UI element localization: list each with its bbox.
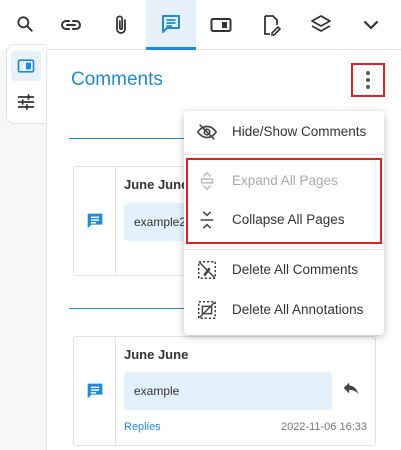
- rail-panel: [6, 44, 46, 124]
- app-window: Comments June June example2 June June ex…: [0, 0, 401, 450]
- chevron-down-icon[interactable]: [346, 0, 396, 50]
- sidebar-panel-icon[interactable]: [11, 51, 41, 81]
- link-icon[interactable]: [46, 0, 96, 50]
- menu-item-delete-all-annotations[interactable]: Delete All Annotations: [184, 292, 384, 328]
- menu-divider: [184, 249, 384, 250]
- comment-card[interactable]: June June example Replies 2022-11-06 16:…: [73, 336, 376, 446]
- signature-icon[interactable]: [246, 0, 296, 50]
- menu-item-label: Delete All Comments: [232, 262, 359, 277]
- comment-text: example: [134, 384, 180, 398]
- comment-bubble[interactable]: example: [124, 372, 332, 410]
- comment-timestamp: 2022-11-06 16:33: [280, 421, 367, 433]
- delete-comments-icon: [198, 261, 216, 279]
- menu-item-label: Hide/Show Comments: [232, 124, 367, 139]
- menu-divider: [184, 154, 384, 155]
- page-divider: [69, 308, 189, 309]
- eye-off-icon: [196, 124, 218, 140]
- more-vertical-icon[interactable]: [351, 63, 385, 97]
- menu-item-hide-show-comments[interactable]: Hide/Show Comments: [184, 114, 384, 150]
- sliders-icon[interactable]: [11, 87, 41, 117]
- panel-title: Comments: [71, 69, 163, 90]
- reply-icon[interactable]: [338, 375, 364, 401]
- form-field-icon[interactable]: [196, 0, 246, 50]
- layers-icon[interactable]: [296, 0, 346, 50]
- comment-author: June June: [124, 347, 189, 362]
- menu-item-delete-all-comments[interactable]: Delete All Comments: [184, 252, 384, 288]
- comment-icon[interactable]: [146, 0, 196, 50]
- comment-type-icon: [74, 337, 116, 445]
- delete-annotations-icon: [198, 301, 216, 319]
- toolbar: [46, 0, 401, 50]
- rail-header: [0, 0, 46, 50]
- page-divider: [69, 138, 189, 139]
- search-icon[interactable]: [10, 9, 40, 39]
- comment-type-icon: [74, 167, 116, 275]
- replies-link[interactable]: Replies: [124, 421, 161, 433]
- paperclip-icon[interactable]: [96, 0, 146, 50]
- comment-author: June June: [124, 177, 189, 192]
- menu-item-label: Delete All Annotations: [232, 302, 364, 317]
- comment-text: example2: [134, 215, 187, 229]
- highlight-annotation: [186, 158, 382, 244]
